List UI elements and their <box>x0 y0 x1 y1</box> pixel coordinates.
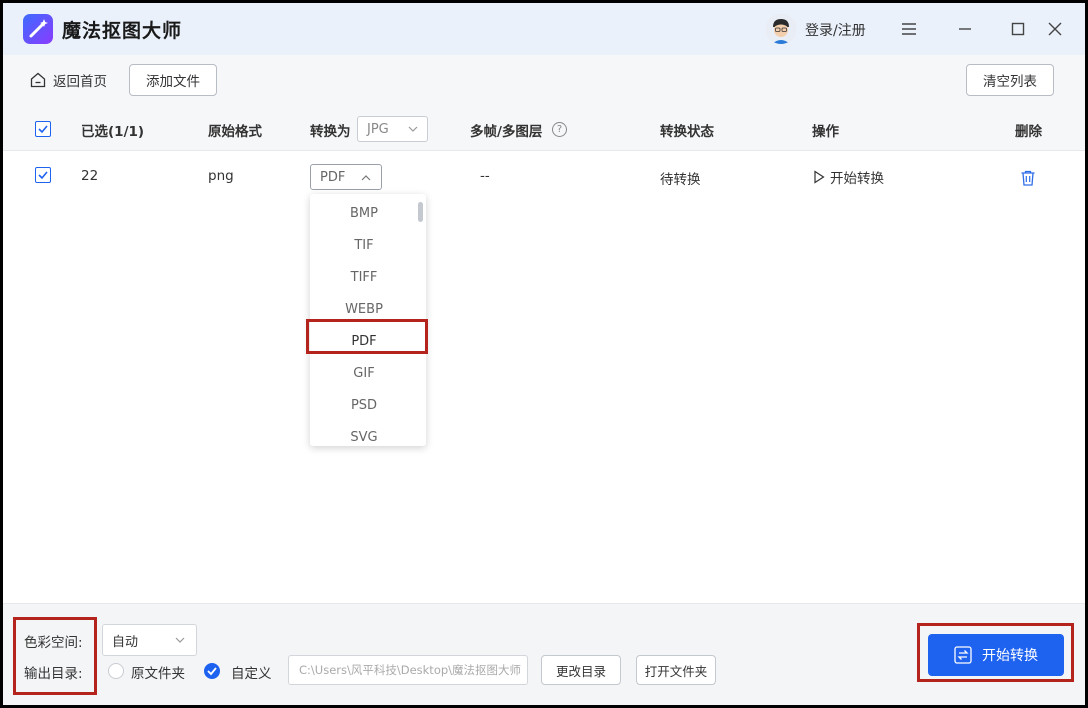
radio-custom-folder[interactable] <box>204 663 220 679</box>
help-icon[interactable]: ? <box>552 122 567 137</box>
back-home-label: 返回首页 <box>53 74 107 90</box>
header-selected: 已选(1/1) <box>81 124 145 140</box>
format-option-bmp[interactable]: BMP <box>310 197 418 229</box>
toolbar: 返回首页 添加文件 清空列表 <box>3 55 1085 105</box>
row-original-format: png <box>208 168 234 184</box>
header-delete: 删除 <box>1015 124 1042 140</box>
format-option-pdf[interactable]: PDF <box>310 325 418 357</box>
swap-icon <box>954 646 972 664</box>
app-logo-icon <box>23 14 53 44</box>
format-dropdown: BMP TIF TIFF WEBP PDF GIF PSD SVG <box>310 194 426 446</box>
select-all-checkbox[interactable] <box>35 121 51 137</box>
chevron-down-icon <box>175 637 185 643</box>
start-convert-label: 开始转换 <box>982 648 1038 664</box>
open-folder-button[interactable]: 打开文件夹 <box>636 655 716 685</box>
format-option-tif[interactable]: TIF <box>310 229 418 261</box>
option-original-label: 原文件夹 <box>131 666 185 682</box>
minimize-icon[interactable] <box>953 17 977 41</box>
row-start-convert-button[interactable]: 开始转换 <box>813 167 884 187</box>
format-option-svg[interactable]: SVG <box>310 421 418 446</box>
row-checkbox[interactable] <box>35 167 51 183</box>
option-custom-label: 自定义 <box>231 666 272 682</box>
dropdown-scrollbar[interactable] <box>418 202 423 222</box>
batch-format-select[interactable]: JPG <box>357 116 428 142</box>
row-format-value: PDF <box>320 169 346 185</box>
app-window: 魔法抠图大师 登录/注册 返回首页 添加文件 清空列表 已选(1/1) 原始格式… <box>3 3 1085 705</box>
output-path-field[interactable]: C:\Users\风平科技\Desktop\魔法抠图大师 <box>288 655 528 685</box>
header-convert-to: 转换为 <box>310 124 351 140</box>
format-option-tiff[interactable]: TIFF <box>310 261 418 293</box>
clear-list-button[interactable]: 清空列表 <box>966 64 1054 96</box>
format-option-gif[interactable]: GIF <box>310 357 418 389</box>
play-icon <box>814 170 825 184</box>
row-format-select[interactable]: PDF <box>310 164 382 190</box>
header-original-format: 原始格式 <box>208 124 262 140</box>
app-title: 魔法抠图大师 <box>62 20 183 42</box>
radio-original-folder[interactable] <box>108 663 124 679</box>
header-multi-frame: 多帧/多图层 <box>470 124 543 140</box>
home-icon <box>30 72 46 88</box>
color-space-value: 自动 <box>112 634 139 650</box>
chevron-down-icon <box>408 126 418 132</box>
back-home-button[interactable]: 返回首页 <box>29 70 107 90</box>
output-dir-label: 输出目录: <box>24 666 83 682</box>
add-file-button[interactable]: 添加文件 <box>129 64 217 96</box>
format-option-webp[interactable]: WEBP <box>310 293 418 325</box>
header-status: 转换状态 <box>660 124 714 140</box>
start-convert-button[interactable]: 开始转换 <box>928 634 1064 676</box>
chevron-up-icon <box>361 175 371 181</box>
header-action: 操作 <box>812 124 839 140</box>
row-multi-frame: -- <box>480 168 490 184</box>
table-header: 已选(1/1) 原始格式 转换为 JPG 多帧/多图层 ? 转换状态 操作 删除 <box>3 105 1085 151</box>
color-space-label: 色彩空间: <box>24 635 83 651</box>
maximize-icon[interactable] <box>1006 17 1030 41</box>
color-space-select[interactable]: 自动 <box>102 624 197 656</box>
menu-icon[interactable] <box>897 17 921 41</box>
login-link[interactable]: 登录/注册 <box>805 20 866 40</box>
batch-format-value: JPG <box>367 121 389 137</box>
user-avatar[interactable] <box>766 14 796 44</box>
change-dir-button[interactable]: 更改目录 <box>541 655 621 685</box>
row-file-name: 22 <box>81 168 99 184</box>
format-option-psd[interactable]: PSD <box>310 389 418 421</box>
footer-panel: 色彩空间: 自动 输出目录: 原文件夹 自定义 C:\Users\风平科技\De… <box>3 603 1085 705</box>
row-start-convert-label: 开始转换 <box>830 171 884 187</box>
row-status: 待转换 <box>660 172 701 188</box>
trash-icon[interactable] <box>1019 169 1037 191</box>
title-bar: 魔法抠图大师 登录/注册 <box>3 3 1085 55</box>
close-icon[interactable] <box>1043 17 1067 41</box>
